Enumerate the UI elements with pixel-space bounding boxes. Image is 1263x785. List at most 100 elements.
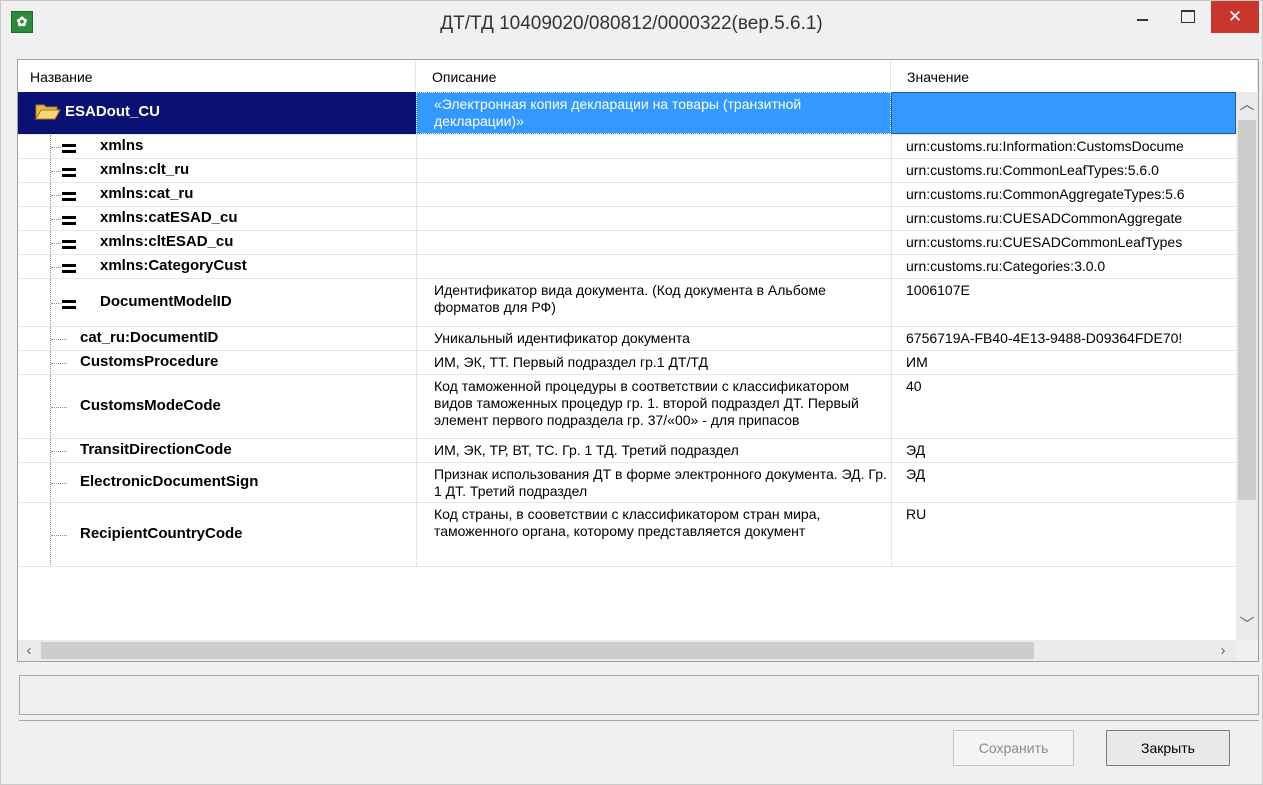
node-label: ElectronicDocumentSign xyxy=(80,473,259,490)
name-cell: xmlns:clt_ru xyxy=(18,159,416,182)
node-label: ESADout_CU xyxy=(65,103,161,120)
node-label: xmlns:cltESAD_cu xyxy=(100,233,234,250)
save-button[interactable]: Сохранить xyxy=(953,730,1074,766)
chevron-right-icon[interactable]: › xyxy=(1212,640,1234,661)
description-cell xyxy=(416,207,891,230)
attribute-icon xyxy=(62,144,76,153)
tree-row-root[interactable]: ESADout_CU «Электронная копия декларации… xyxy=(18,92,1236,135)
attribute-icon xyxy=(62,240,76,249)
tree-row[interactable]: CustomsProcedure ИМ, ЭК, ТТ. Первый подра… xyxy=(18,351,1236,375)
value-cell: 40 xyxy=(891,375,1236,438)
node-label: RecipientCountryCode xyxy=(80,525,243,542)
tree-row[interactable]: ElectronicDocumentSign Признак использова… xyxy=(18,463,1236,503)
node-label: xmlns:CategoryCust xyxy=(100,257,247,274)
tree-connector xyxy=(51,267,61,268)
name-cell: xmlns:catESAD_cu xyxy=(18,207,416,230)
node-label: CustomsProcedure xyxy=(80,353,219,370)
window-title: ДТ/ТД 10409020/080812/0000322(вер.5.6.1) xyxy=(440,13,823,34)
tree-connector xyxy=(51,483,67,484)
value-cell xyxy=(891,92,1236,134)
description-cell xyxy=(416,135,891,158)
value-cell: ИМ xyxy=(891,351,1236,374)
tree-row[interactable]: xmlns:cltESAD_cu urn:customs.ru:CUESADCom… xyxy=(18,231,1236,255)
name-cell: xmlns xyxy=(18,135,416,158)
tree-row[interactable]: xmlns urn:customs.ru:Information:CustomsD… xyxy=(18,135,1236,159)
xml-tree-grid[interactable]: Название Описание Значение ESADout_CU «Э… xyxy=(17,59,1259,662)
tree-row[interactable]: xmlns:clt_ru urn:customs.ru:CommonLeafTyp… xyxy=(18,159,1236,183)
close-button[interactable]: Закрыть xyxy=(1106,730,1230,766)
node-label: CustomsModeCode xyxy=(80,397,221,414)
node-label: DocumentModelID xyxy=(100,293,232,310)
name-cell: xmlns:CategoryCust xyxy=(18,255,416,278)
name-cell: CustomsModeCode xyxy=(18,375,416,438)
tree-connector xyxy=(51,535,67,536)
tree-connector xyxy=(51,339,67,340)
description-cell: Код таможенной процедуры в соответствии … xyxy=(416,375,891,438)
horizontal-scroll-thumb[interactable] xyxy=(41,642,1034,659)
chevron-up-icon[interactable]: ︿ xyxy=(1236,94,1258,116)
maximize-icon xyxy=(1181,10,1195,24)
column-header-description[interactable]: Описание xyxy=(416,60,891,92)
value-cell: urn:customs.ru:Categories:3.0.0 xyxy=(891,255,1236,278)
value-cell: ЭД xyxy=(891,439,1236,462)
dialog-window: ✿ ДТ/ТД 10409020/080812/0000322(вер.5.6.… xyxy=(0,0,1263,785)
minimize-button[interactable] xyxy=(1119,1,1165,33)
node-label: TransitDirectionCode xyxy=(80,441,232,458)
column-header-name[interactable]: Название xyxy=(18,60,416,92)
title-bar[interactable]: ✿ ДТ/ТД 10409020/080812/0000322(вер.5.6.… xyxy=(1,1,1262,46)
name-cell: xmlns:cltESAD_cu xyxy=(18,231,416,254)
grid-rows: ESADout_CU «Электронная копия декларации… xyxy=(18,92,1236,640)
attribute-icon xyxy=(62,168,76,177)
name-cell: ESADout_CU xyxy=(18,92,416,134)
tree-connector xyxy=(51,219,61,220)
status-panel xyxy=(19,675,1259,715)
tree-row[interactable]: xmlns:cat_ru urn:customs.ru:CommonAggrega… xyxy=(18,183,1236,207)
tree-connector xyxy=(51,195,61,196)
tree-row[interactable]: RecipientCountryCode Код страны, в соовет… xyxy=(18,503,1236,567)
chevron-left-icon[interactable]: ‹ xyxy=(18,640,40,661)
value-cell: urn:customs.ru:CommonAggregateTypes:5.6 xyxy=(891,183,1236,206)
node-label: xmlns:cat_ru xyxy=(100,185,194,202)
value-cell: ЭД xyxy=(891,463,1236,502)
description-cell xyxy=(416,183,891,206)
node-label: xmlns:clt_ru xyxy=(100,161,190,178)
tree-connector xyxy=(51,171,61,172)
tree-connector xyxy=(51,147,61,148)
tree-connector xyxy=(51,451,67,452)
attribute-icon xyxy=(62,300,76,309)
tree-connector xyxy=(51,303,61,304)
description-cell xyxy=(416,255,891,278)
tree-row[interactable]: xmlns:catESAD_cu urn:customs.ru:CUESADCom… xyxy=(18,207,1236,231)
node-label: xmlns:catESAD_cu xyxy=(100,209,238,226)
folder-open-icon xyxy=(35,104,61,120)
tree-row[interactable]: xmlns:CategoryCust urn:customs.ru:Categor… xyxy=(18,255,1236,279)
name-cell: CustomsProcedure xyxy=(18,351,416,374)
tree-row[interactable]: DocumentModelID Идентификатор вида докуме… xyxy=(18,279,1236,327)
vertical-scroll-thumb[interactable] xyxy=(1238,120,1256,500)
description-cell: Уникальный идентификатор документа xyxy=(416,327,891,350)
close-window-button[interactable]: ✕ xyxy=(1211,1,1259,33)
description-cell xyxy=(416,231,891,254)
name-cell: DocumentModelID xyxy=(18,279,416,326)
description-cell: «Электронная копия декларации на товары … xyxy=(416,92,891,134)
tree-row[interactable]: cat_ru:DocumentID Уникальный идентификато… xyxy=(18,327,1236,351)
maximize-button[interactable] xyxy=(1165,1,1211,33)
value-cell: 1006107E xyxy=(891,279,1236,326)
vertical-scrollbar[interactable]: ︿ ﹀ xyxy=(1236,92,1258,640)
horizontal-scrollbar[interactable]: ‹ › xyxy=(18,640,1258,661)
value-cell: urn:customs.ru:Information:CustomsDocume xyxy=(891,135,1236,158)
tree-row[interactable]: TransitDirectionCode ИМ, ЭК, ТР, ВТ, ТС.… xyxy=(18,439,1236,463)
tree-connector xyxy=(51,363,67,364)
column-header-value[interactable]: Значение xyxy=(891,60,1258,92)
tree-row[interactable]: CustomsModeCode Код таможенной процедуры … xyxy=(18,375,1236,439)
name-cell: RecipientCountryCode xyxy=(18,503,416,566)
name-cell: ElectronicDocumentSign xyxy=(18,463,416,502)
close-icon: ✕ xyxy=(1227,7,1243,26)
tree-connector xyxy=(51,407,67,408)
chevron-down-icon[interactable]: ﹀ xyxy=(1236,614,1258,636)
value-cell: urn:customs.ru:CommonLeafTypes:5.6.0 xyxy=(891,159,1236,182)
attribute-icon xyxy=(62,192,76,201)
value-cell: urn:customs.ru:CUESADCommonLeafTypes xyxy=(891,231,1236,254)
minimize-icon xyxy=(1136,18,1148,21)
name-cell: cat_ru:DocumentID xyxy=(18,327,416,350)
